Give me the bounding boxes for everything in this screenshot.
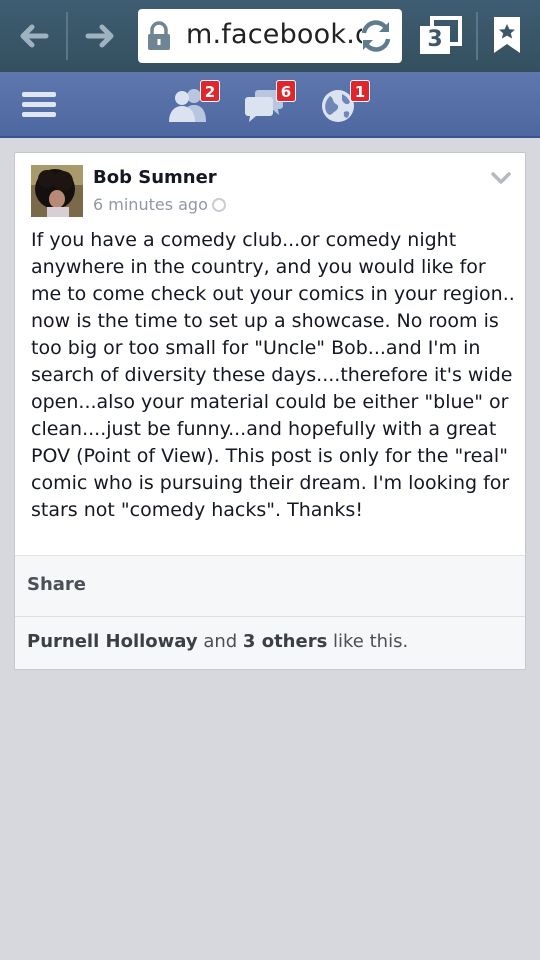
- timestamp-text[interactable]: 6 minutes ago: [93, 195, 208, 214]
- chevron-down-icon[interactable]: [491, 171, 511, 185]
- likes-summary[interactable]: Purnell Holloway and 3 others like this.: [15, 617, 525, 669]
- messages-badge: 6: [276, 80, 296, 102]
- notifications-button[interactable]: 1: [318, 80, 370, 126]
- notifications-badge: 1: [350, 80, 370, 102]
- author-name[interactable]: Bob Sumner: [93, 167, 217, 188]
- forward-button[interactable]: [78, 14, 122, 58]
- public-globe-icon: [211, 198, 226, 212]
- toolbar-divider: [66, 12, 68, 60]
- share-button[interactable]: Share: [27, 574, 86, 595]
- post-timestamp[interactable]: 6 minutes ago: [93, 195, 226, 214]
- post-card: Bob Sumner 6 minutes ago If you have a c…: [14, 152, 526, 670]
- friend-requests-button[interactable]: 2: [168, 80, 220, 126]
- lock-icon: [148, 21, 170, 50]
- bookmark-icon[interactable]: [493, 16, 521, 54]
- tab-count: 3: [420, 26, 450, 54]
- menu-icon[interactable]: [22, 92, 56, 120]
- back-button[interactable]: [12, 14, 56, 58]
- post-actions: Share: [15, 555, 525, 617]
- avatar-photo: [31, 165, 83, 217]
- forward-arrow-icon: [85, 24, 114, 48]
- author-avatar[interactable]: [31, 165, 83, 217]
- likes-suffix: like this.: [327, 631, 409, 652]
- likes-text: Purnell Holloway and 3 others like this.: [27, 631, 408, 652]
- friend-requests-badge: 2: [200, 80, 220, 102]
- toolbar-divider: [476, 12, 478, 60]
- likes-connector: and: [197, 631, 243, 652]
- browser-toolbar: m.facebook.com 3: [0, 0, 540, 72]
- post-text: If you have a comedy club...or comedy ni…: [31, 229, 515, 521]
- likes-others[interactable]: 3 others: [243, 631, 327, 652]
- tabs-button[interactable]: 3: [420, 16, 464, 56]
- messages-button[interactable]: 6: [244, 80, 296, 126]
- address-bar[interactable]: m.facebook.com: [138, 9, 402, 63]
- url-text[interactable]: m.facebook.com: [186, 19, 362, 50]
- back-arrow-icon: [20, 24, 49, 48]
- liker-name[interactable]: Purnell Holloway: [27, 631, 198, 652]
- facebook-header: 2 6 1: [0, 72, 540, 138]
- refresh-icon[interactable]: [356, 16, 396, 56]
